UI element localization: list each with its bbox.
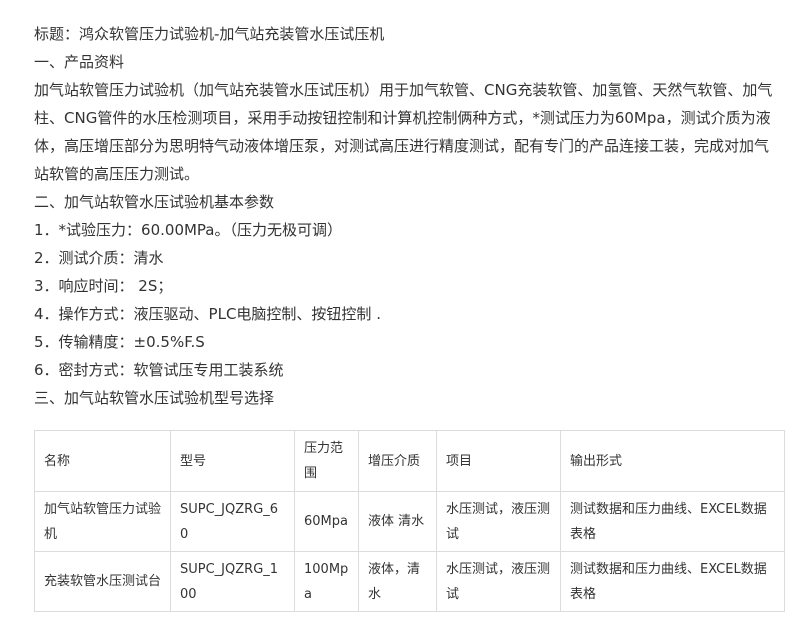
section-heading-product-info: 一、产品资料 bbox=[34, 53, 125, 71]
param-item: 1．*试验压力：60.00MPa。（压力无极可调） bbox=[34, 221, 342, 239]
section-heading-basic-params: 二、加气站软管水压试验机基本参数 bbox=[34, 193, 275, 211]
table-cell: 测试数据和压力曲线、EXCEL数据表格 bbox=[560, 551, 785, 612]
table-cell: SUPC_JQZRG_100 bbox=[170, 551, 295, 612]
title-line: 标题：鸿众软管压力试验机-加气站充装管水压试压机 bbox=[34, 25, 385, 43]
table-cell: 水压测试，液压测试 bbox=[436, 551, 561, 612]
table-cell: 加气站软管压力试验机 bbox=[34, 491, 171, 552]
table-header-cell: 型号 bbox=[170, 430, 295, 492]
table-header-cell: 输出形式 bbox=[560, 430, 785, 492]
table-cell: SUPC_JQZRG_60 bbox=[170, 491, 295, 552]
param-item: 2．测试介质：清水 bbox=[34, 249, 164, 267]
table-header-cell: 增压介质 bbox=[358, 430, 437, 492]
table-cell: 60Mpa bbox=[294, 491, 359, 552]
table-header-cell: 压力范围 bbox=[294, 430, 359, 492]
table-header-cell: 名称 bbox=[34, 430, 171, 492]
table-header-cell: 项目 bbox=[436, 430, 561, 492]
section-heading-model-selection: 三、加气站软管水压试验机型号选择 bbox=[34, 389, 275, 407]
table-cell: 水压测试，液压测试 bbox=[436, 491, 561, 552]
table-cell: 测试数据和压力曲线、EXCEL数据表格 bbox=[560, 491, 785, 552]
article-body: 标题：鸿众软管压力试验机-加气站充装管水压试压机 一、产品资料 加气站软管压力试… bbox=[34, 20, 784, 412]
param-item: 4．操作方式：液压驱动、PLC电脑控制、按钮控制 . bbox=[34, 305, 381, 323]
table-cell: 液体 清水 bbox=[358, 491, 437, 552]
table-header-row: 名称 型号 压力范围 增压介质 项目 输出形式 bbox=[34, 430, 785, 492]
table-row: 充装软管水压测试台 SUPC_JQZRG_100 100Mpa 液体，清水 水压… bbox=[34, 551, 785, 612]
intro-paragraph: 加气站软管压力试验机（加气站充装管水压试压机）用于加气软管、CNG充装软管、加氢… bbox=[34, 81, 773, 183]
table-cell: 充装软管水压测试台 bbox=[34, 551, 171, 612]
model-selection-table: 名称 型号 压力范围 增压介质 项目 输出形式 加气站软管压力试验机 SUPC_… bbox=[34, 430, 785, 612]
table-cell: 液体，清水 bbox=[358, 551, 437, 612]
param-item: 6．密封方式：软管试压专用工装系统 bbox=[34, 361, 284, 379]
table-row: 加气站软管压力试验机 SUPC_JQZRG_60 60Mpa 液体 清水 水压测… bbox=[34, 491, 785, 552]
param-item: 3．响应时间： 2S； bbox=[34, 277, 173, 295]
table-cell: 100Mpa bbox=[294, 551, 359, 612]
param-item: 5．传输精度：±0.5%F.S bbox=[34, 333, 205, 351]
